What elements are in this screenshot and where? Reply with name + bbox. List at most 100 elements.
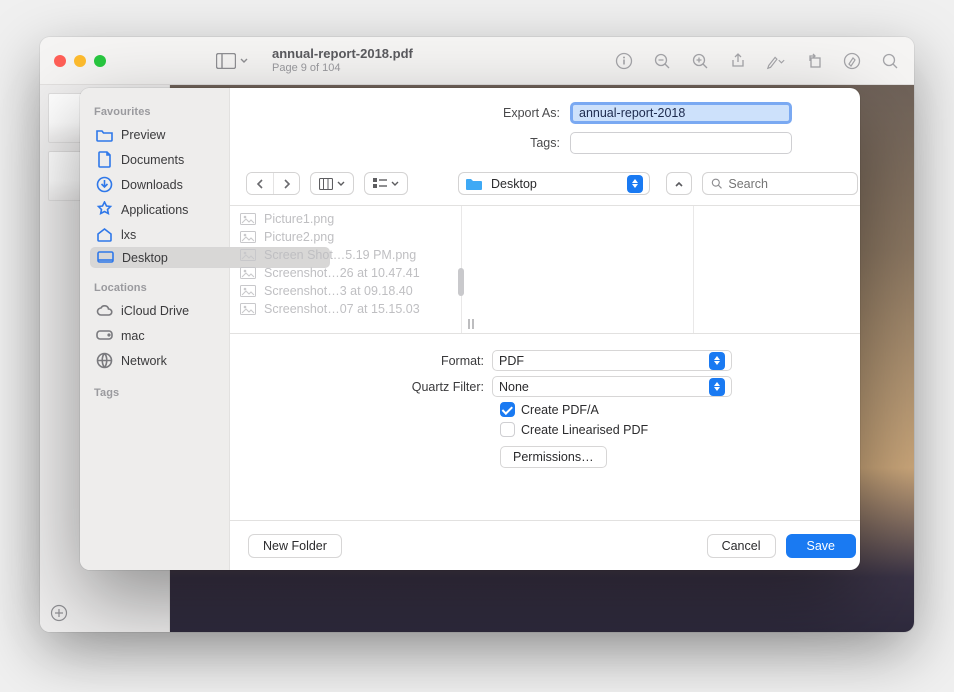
search-field[interactable] (702, 172, 858, 195)
new-folder-button[interactable]: New Folder (248, 534, 342, 558)
create-pdfa-checkbox[interactable] (500, 402, 515, 417)
create-pdfa-label: Create PDF/A (521, 403, 599, 417)
scrollbar-thumb[interactable] (458, 268, 464, 296)
column-resize-handle[interactable] (468, 319, 474, 329)
stepper-icon (627, 175, 643, 193)
sidebar-heading-locations: Locations (94, 282, 221, 294)
window-controls (54, 55, 106, 67)
image-file-icon (240, 285, 256, 297)
create-linearised-label: Create Linearised PDF (521, 423, 648, 437)
sidebar-item-preview[interactable]: Preview (90, 122, 221, 147)
zoom-out-icon[interactable] (652, 51, 672, 71)
zoom-in-icon[interactable] (690, 51, 710, 71)
sidebar-item-applications[interactable]: Applications (90, 197, 221, 222)
location-popup[interactable]: Desktop (458, 172, 650, 195)
export-filename-input[interactable] (570, 102, 792, 124)
group-by-selector[interactable] (364, 172, 408, 195)
tags-label: Tags: (250, 136, 570, 150)
sidebar-item-home[interactable]: lxs (90, 222, 221, 247)
applications-icon (96, 201, 113, 218)
location-name: Desktop (491, 177, 537, 191)
add-page-button[interactable] (50, 604, 68, 622)
folder-icon (96, 126, 113, 143)
file-column-empty (462, 206, 694, 333)
sidebar-item-icloud[interactable]: iCloud Drive (90, 298, 221, 323)
info-icon[interactable] (614, 51, 634, 71)
document-title: annual-report-2018.pdf (272, 46, 413, 62)
close-window-button[interactable] (54, 55, 66, 67)
create-linearised-checkbox[interactable] (500, 422, 515, 437)
back-button[interactable] (247, 173, 273, 194)
file-browser: Picture1.png Picture2.png Screen Shot…5.… (230, 205, 860, 333)
sidebar-heading-tags: Tags (94, 387, 221, 399)
chevron-down-icon (337, 180, 345, 188)
sidebar-item-label: iCloud Drive (121, 304, 189, 318)
cloud-icon (96, 302, 113, 319)
folder-icon (465, 177, 483, 191)
document-icon (96, 151, 113, 168)
sidebar-item-network[interactable]: Network (90, 348, 221, 373)
view-mode-selector[interactable] (310, 172, 354, 195)
highlighter-icon[interactable] (842, 51, 862, 71)
titlebar: annual-report-2018.pdf Page 9 of 104 (40, 37, 914, 85)
search-input[interactable] (728, 177, 849, 191)
image-file-icon (240, 213, 256, 225)
permissions-button[interactable]: Permissions… (500, 446, 607, 468)
desktop-icon (97, 249, 114, 266)
file-row[interactable]: Screenshot…26 at 10.47.41 (230, 264, 461, 282)
search-icon[interactable] (880, 51, 900, 71)
markup-icon[interactable] (766, 51, 786, 71)
sidebar-item-downloads[interactable]: Downloads (90, 172, 221, 197)
file-row[interactable]: Picture1.png (230, 210, 461, 228)
sidebar-item-mac[interactable]: mac (90, 323, 221, 348)
tags-input[interactable] (570, 132, 792, 154)
quartz-filter-label: Quartz Filter: (250, 380, 492, 394)
export-sheet: Favourites Preview Documents Downloads A… (80, 88, 860, 570)
file-row[interactable]: Screen Shot…5.19 PM.png (230, 246, 461, 264)
export-as-label: Export As: (250, 106, 570, 120)
file-row[interactable]: Screenshot…3 at 09.18.40 (230, 282, 461, 300)
minimize-window-button[interactable] (74, 55, 86, 67)
image-file-icon (240, 303, 256, 315)
image-file-icon (240, 267, 256, 279)
sidebar-item-label: mac (121, 329, 145, 343)
save-dialog-sidebar: Favourites Preview Documents Downloads A… (80, 88, 230, 570)
sidebar-item-label: Downloads (121, 178, 183, 192)
image-file-icon (240, 231, 256, 243)
file-column[interactable]: Picture1.png Picture2.png Screen Shot…5.… (230, 206, 462, 333)
save-button[interactable]: Save (786, 534, 857, 558)
sidebar-item-documents[interactable]: Documents (90, 147, 221, 172)
sidebar-item-label: Network (121, 354, 167, 368)
search-icon (711, 177, 722, 190)
stepper-icon (709, 352, 725, 370)
sidebar-item-label: Applications (121, 203, 188, 217)
page-status: Page 9 of 104 (272, 62, 413, 75)
sidebar-item-label: Desktop (122, 251, 168, 265)
sidebar-item-label: Documents (121, 153, 184, 167)
quartz-filter-select[interactable]: None (492, 376, 732, 397)
document-title-block: annual-report-2018.pdf Page 9 of 104 (272, 46, 413, 75)
sidebar-heading-favourites: Favourites (94, 106, 221, 118)
zoom-window-button[interactable] (94, 55, 106, 67)
forward-button[interactable] (273, 173, 299, 194)
sidebar-item-label: Preview (121, 128, 165, 142)
save-dialog-main: Export As: Tags: Deskt (230, 88, 860, 570)
rotate-icon[interactable] (804, 51, 824, 71)
collapse-button[interactable] (666, 172, 692, 195)
network-icon (96, 352, 113, 369)
image-file-icon (240, 249, 256, 261)
history-nav (246, 172, 300, 195)
chevron-down-icon (391, 180, 399, 188)
stepper-icon (709, 378, 725, 396)
file-row[interactable]: Screenshot…07 at 15.15.03 (230, 300, 461, 318)
sidebar-toggle[interactable] (216, 53, 248, 69)
toolbar-right (614, 51, 900, 71)
cancel-button[interactable]: Cancel (707, 534, 776, 558)
download-icon (96, 176, 113, 193)
dialog-footer: New Folder Cancel Save (230, 520, 860, 570)
share-icon[interactable] (728, 51, 748, 71)
home-icon (96, 226, 113, 243)
format-select[interactable]: PDF (492, 350, 732, 371)
file-row[interactable]: Picture2.png (230, 228, 461, 246)
sidebar-item-label: lxs (121, 228, 136, 242)
